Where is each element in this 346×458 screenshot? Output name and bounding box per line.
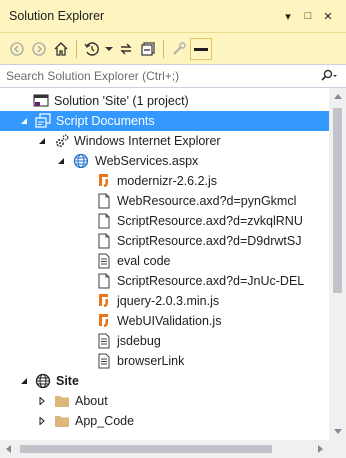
collapse-all-icon[interactable] <box>137 38 159 60</box>
tree-item-label: WebUIValidation.js <box>117 314 222 328</box>
vertical-scrollbar[interactable] <box>329 88 346 440</box>
history-icon[interactable] <box>81 38 103 60</box>
js-file-icon <box>96 293 112 309</box>
collapse-arrow-icon[interactable] <box>56 156 66 166</box>
close-icon[interactable]: ✕ <box>320 8 336 24</box>
tree-item-label: jquery-2.0.3.min.js <box>117 294 220 308</box>
tree-item-scriptresource-axd[interactable]: ScriptResource.axd?d=zvkqlRNU <box>0 211 329 231</box>
tree-item-scriptresource-axd[interactable]: ScriptResource.axd?d=D9drwtSJ <box>0 231 329 251</box>
globe-icon <box>73 153 89 169</box>
scroll-down-icon[interactable] <box>329 423 346 440</box>
expand-arrow-icon[interactable] <box>37 396 47 406</box>
tree-item-modernizr-js[interactable]: modernizr-2.6.2.js <box>0 171 329 191</box>
browser-gears-icon <box>54 133 70 149</box>
js-file-icon <box>96 313 112 329</box>
panel-title: Solution Explorer <box>9 9 105 23</box>
scrollbar-corner <box>329 440 346 458</box>
expand-arrow-icon[interactable] <box>37 416 47 426</box>
blank-file-icon <box>96 193 112 209</box>
tree-item-label: ScriptResource.axd?d=zvkqlRNU <box>117 214 303 228</box>
tree-item-label: Windows Internet Explorer <box>74 134 221 148</box>
maximize-icon[interactable]: □ <box>300 8 316 24</box>
text-file-icon <box>96 333 112 349</box>
js-file-icon <box>96 173 112 189</box>
collapse-arrow-icon[interactable] <box>19 376 29 386</box>
properties-icon[interactable] <box>168 38 190 60</box>
tree-item-windows-internet-explorer[interactable]: Windows Internet Explorer <box>0 131 329 151</box>
tree-item-label: ScriptResource.axd?d=D9drwtSJ <box>117 234 302 248</box>
solution-explorer-panel: Solution Explorer ▾ □ ✕ Search Solution … <box>0 0 346 458</box>
window-position-dropdown-icon[interactable]: ▾ <box>280 8 296 24</box>
folder-icon <box>54 413 70 429</box>
folder-icon <box>54 393 70 409</box>
tree-item-jquery-js[interactable]: jquery-2.0.3.min.js <box>0 291 329 311</box>
tree-item-webuivalidation-js[interactable]: WebUIValidation.js <box>0 311 329 331</box>
search-bar[interactable]: Search Solution Explorer (Ctrl+;) <box>0 64 346 88</box>
title-bar: Solution Explorer ▾ □ ✕ <box>0 0 346 33</box>
collapse-arrow-icon[interactable] <box>19 116 29 126</box>
tree-item-about[interactable]: About <box>0 391 329 411</box>
toolbar <box>0 33 346 64</box>
tree-item-webresource-axd[interactable]: WebResource.axd?d=pynGkmcl <box>0 191 329 211</box>
tree-item-label: Site <box>56 374 79 388</box>
tree-item-label: modernizr-2.6.2.js <box>117 174 218 188</box>
tree-item-site[interactable]: Site <box>0 371 329 391</box>
tree-item-label: WebResource.axd?d=pynGkmcl <box>117 194 297 208</box>
search-input[interactable]: Search Solution Explorer (Ctrl+;) <box>0 69 320 83</box>
tree-item-solution[interactable]: Solution 'Site' (1 project) <box>0 91 329 111</box>
tree-item-browserlink[interactable]: browserLink <box>0 351 329 371</box>
tree-item-eval-code[interactable]: eval code <box>0 251 329 271</box>
tree-item-label: eval code <box>117 254 171 268</box>
toolbar-separator <box>76 39 77 58</box>
forward-icon[interactable] <box>28 38 50 60</box>
script-documents-icon <box>35 113 51 129</box>
tree-item-label: Solution 'Site' (1 project) <box>54 94 189 108</box>
horizontal-scroll-thumb[interactable] <box>20 445 272 453</box>
scroll-up-icon[interactable] <box>329 88 346 105</box>
preview-icon[interactable] <box>190 37 212 60</box>
search-icon[interactable] <box>320 69 346 83</box>
tree-item-label: App_Code <box>75 414 135 428</box>
dropdown-icon[interactable] <box>103 38 115 60</box>
tree-item-jsdebug[interactable]: jsdebug <box>0 331 329 351</box>
blank-file-icon <box>96 273 112 289</box>
collapse-arrow-icon[interactable] <box>37 136 47 146</box>
scroll-left-icon[interactable] <box>0 440 17 458</box>
horizontal-scrollbar[interactable] <box>0 440 329 458</box>
tree-item-label: ScriptResource.axd?d=JnUc-DEL <box>117 274 305 288</box>
solution-tree: Solution 'Site' (1 project) Script Docum… <box>0 88 329 440</box>
solution-icon <box>33 93 49 109</box>
globe-icon <box>35 373 51 389</box>
tree-item-label: WebServices.aspx <box>95 154 199 168</box>
blank-file-icon <box>96 213 112 229</box>
scroll-right-icon[interactable] <box>312 440 329 458</box>
tree-item-label: Script Documents <box>56 114 155 128</box>
text-file-icon <box>96 253 112 269</box>
tree-item-webservices-aspx[interactable]: WebServices.aspx <box>0 151 329 171</box>
tree-item-label: browserLink <box>117 354 185 368</box>
tree-item-label: About <box>75 394 108 408</box>
sync-icon[interactable] <box>115 38 137 60</box>
toolbar-separator <box>163 39 164 58</box>
back-icon[interactable] <box>6 38 28 60</box>
text-file-icon <box>96 353 112 369</box>
home-icon[interactable] <box>50 38 72 60</box>
tree-item-scriptresource-axd[interactable]: ScriptResource.axd?d=JnUc-DEL <box>0 271 329 291</box>
tree-item-script-documents[interactable]: Script Documents <box>0 111 329 131</box>
vertical-scroll-thumb[interactable] <box>333 108 342 293</box>
tree-item-app-code[interactable]: App_Code <box>0 411 329 431</box>
tree-item-label: jsdebug <box>117 334 161 348</box>
blank-file-icon <box>96 233 112 249</box>
